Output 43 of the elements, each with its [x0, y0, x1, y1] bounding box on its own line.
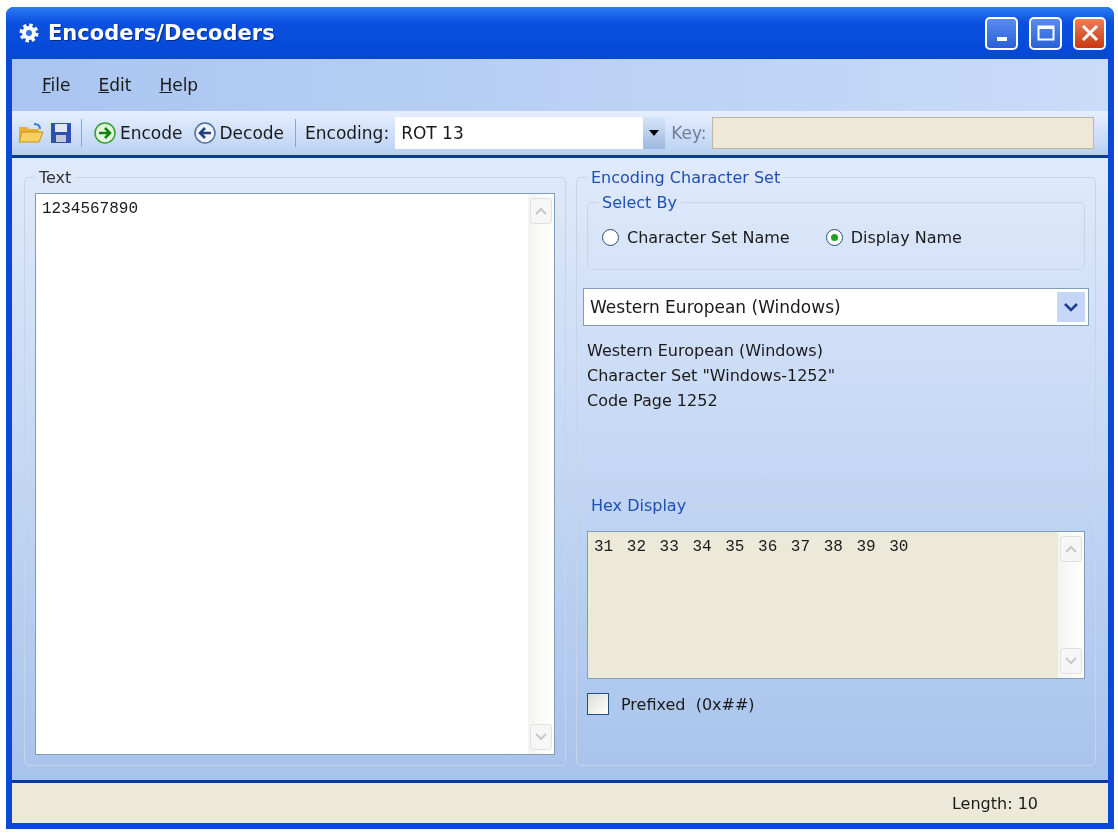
group-title: Hex Display: [590, 496, 688, 515]
group-title: Encoding Character Set: [590, 168, 782, 187]
chevron-up-icon: [1065, 545, 1077, 553]
chevron-down-icon: [1065, 657, 1077, 665]
gear-icon: [18, 22, 40, 44]
chevron-down-icon: [535, 733, 547, 741]
scroll-up-button[interactable]: [530, 198, 552, 224]
group-title: Text: [38, 168, 73, 187]
folder-icon[interactable]: [18, 122, 44, 144]
length-text: Length: 10: [951, 793, 1038, 813]
scroll-down-button[interactable]: [530, 724, 552, 750]
text-area[interactable]: 1234567890: [35, 193, 555, 755]
dropdown-arrow-icon: [649, 130, 660, 136]
scroll-up-button[interactable]: [1060, 536, 1082, 562]
scrollbar[interactable]: [1058, 532, 1084, 678]
encode-button[interactable]: Encode: [91, 119, 185, 147]
chevron-down-icon: [1064, 302, 1078, 312]
scrollbar[interactable]: [528, 194, 554, 754]
radio-option[interactable]: Character Set Name: [602, 228, 790, 247]
encoding-dropdown[interactable]: ROT 13: [395, 117, 666, 149]
charset-info-text: Code Page 1252: [587, 390, 719, 412]
chevron-up-icon: [535, 207, 547, 215]
charset-info-text: Western European (Windows): [587, 340, 824, 362]
decode-button[interactable]: Decode: [190, 119, 287, 147]
group-title: Select By: [601, 193, 678, 212]
hex-text-area[interactable]: 31 32 33 34 35 36 37 38 39 30: [587, 531, 1085, 679]
close-button[interactable]: [1073, 16, 1106, 50]
minimize-icon: [996, 37, 1007, 41]
close-icon: [1080, 24, 1099, 42]
menu-item[interactable]: Help: [159, 75, 199, 95]
menu-item[interactable]: File: [42, 75, 71, 95]
key-label: Key:: [671, 123, 707, 143]
menu-item[interactable]: Edit: [98, 75, 132, 95]
window-title: Encoders/Decoders: [48, 21, 276, 45]
radio-option[interactable]: Display Name: [825, 228, 962, 247]
maximize-button[interactable]: [1029, 16, 1062, 50]
maximize-icon: [1036, 25, 1055, 41]
encoding-label: Encoding:: [305, 123, 390, 143]
charset-info-text: Character Set "Windows-1252": [587, 365, 837, 387]
charset-dropdown[interactable]: Western European (Windows): [583, 288, 1089, 326]
prefixed-checkbox[interactable]: Prefixed (0x##): [587, 679, 1085, 725]
scroll-down-button[interactable]: [1060, 648, 1082, 674]
minimize-button[interactable]: [985, 16, 1018, 50]
